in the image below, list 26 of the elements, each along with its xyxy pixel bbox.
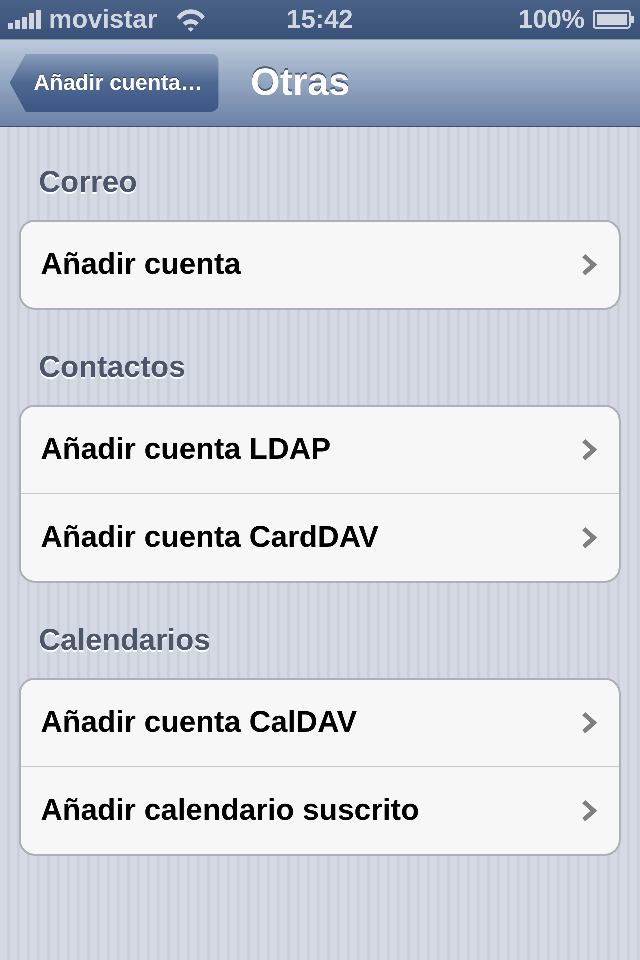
list-row[interactable]: Añadir calendario suscrito bbox=[21, 766, 619, 854]
battery-icon bbox=[593, 10, 634, 29]
status-time: 15:42 bbox=[286, 4, 354, 35]
signal-icon bbox=[8, 10, 41, 29]
chevron-icon bbox=[581, 439, 597, 461]
list-row[interactable]: Añadir cuenta LDAP bbox=[21, 407, 619, 493]
chevron-icon bbox=[581, 800, 597, 822]
chevron-icon bbox=[581, 526, 597, 548]
section-header: Correo bbox=[38, 165, 138, 201]
nav-title: Otras bbox=[250, 62, 350, 104]
list-row[interactable]: Añadir cuenta CardDAV bbox=[21, 493, 619, 581]
list-row[interactable]: Añadir cuenta CalDAV bbox=[21, 680, 619, 766]
row-label: Añadir cuenta bbox=[41, 248, 242, 282]
row-label: Añadir cuenta CardDAV bbox=[41, 520, 379, 554]
row-label: Añadir calendario suscrito bbox=[41, 794, 420, 828]
chevron-icon bbox=[581, 254, 597, 276]
chevron-icon bbox=[581, 712, 597, 734]
wifi-icon bbox=[175, 8, 208, 32]
row-label: Añadir cuenta CalDAV bbox=[41, 706, 358, 740]
section-header: Calendarios bbox=[38, 623, 212, 659]
row-label: Añadir cuenta LDAP bbox=[41, 433, 332, 467]
back-button[interactable]: Añadir cuenta… bbox=[10, 54, 219, 112]
list-row[interactable]: Añadir cuenta bbox=[21, 222, 619, 308]
battery-percent: 100% bbox=[518, 4, 585, 35]
section-header: Contactos bbox=[38, 350, 187, 386]
carrier-name: movistar bbox=[49, 4, 158, 35]
